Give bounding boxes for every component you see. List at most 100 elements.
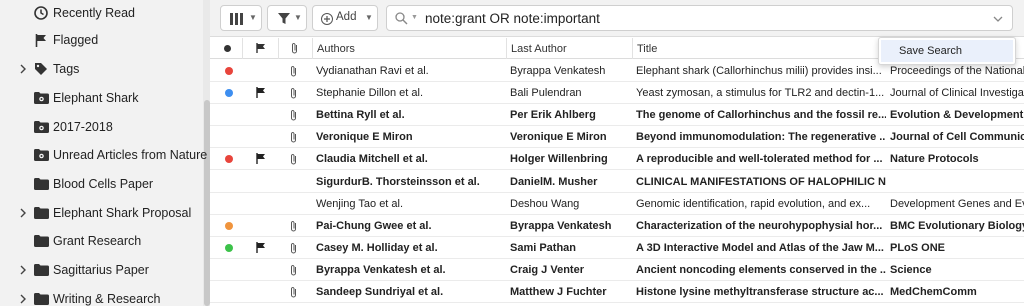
title-cell: Beyond immunomodulation: The regenerativ… xyxy=(636,131,886,144)
flag-icon[interactable] xyxy=(256,153,266,167)
table-row[interactable]: Stephanie Dillon et al. Bali Pulendran Yea… xyxy=(210,82,1024,105)
sidebar-item-label: Elephant Shark Proposal xyxy=(53,206,192,220)
paperclip-icon[interactable] xyxy=(290,87,298,102)
chevron-down-icon: ▼ xyxy=(365,13,373,22)
table-row[interactable]: Casey M. Holliday et al. Sami Pathan A 3D … xyxy=(210,237,1024,259)
table-row[interactable]: SigurdurB. Thorsteinsson et al. DanielM. … xyxy=(210,171,1024,193)
flag-column-header[interactable] xyxy=(242,38,278,59)
search-input[interactable]: note:grant OR note:important xyxy=(425,11,600,26)
last-author-column-header[interactable]: Last Author xyxy=(506,38,632,59)
sidebar-item-label: Grant Research xyxy=(53,234,142,248)
columns-button[interactable]: ▼ xyxy=(220,5,262,31)
sidebar-item-label: Blood Cells Paper xyxy=(53,177,154,191)
title-cell: CLINICAL MANIFESTATIONS OF HALOPHILIC N.… xyxy=(636,175,886,188)
sidebar-item[interactable]: Recently Read xyxy=(0,0,204,26)
last-author-cell: Craig J Venter xyxy=(510,263,584,276)
color-dot-icon xyxy=(224,45,231,52)
title-cell: Elephant shark (Callorhinchus milii) pro… xyxy=(636,65,882,77)
authors-cell: Casey M. Holliday et al. xyxy=(316,241,438,254)
paperclip-icon[interactable] xyxy=(290,153,298,168)
paperclip-icon[interactable] xyxy=(290,109,298,124)
last-author-cell: Bali Pulendran xyxy=(510,87,582,100)
sidebar-item[interactable]: Writing & Research xyxy=(0,286,204,306)
authors-cell: Vydianathan Ravi et al. xyxy=(316,65,429,77)
search-icon xyxy=(395,12,408,25)
chevron-right-icon[interactable] xyxy=(18,257,28,283)
flag-icon xyxy=(256,43,265,53)
folder-icon xyxy=(33,228,49,254)
chevron-right-icon[interactable] xyxy=(18,286,28,306)
paperclip-icon[interactable] xyxy=(290,131,298,146)
attachment-column-header[interactable] xyxy=(278,38,312,59)
flag-icon[interactable] xyxy=(256,241,266,256)
sidebar-item[interactable]: Unread Articles from Nature xyxy=(0,142,208,168)
journal-cell: Science xyxy=(890,263,932,276)
chevron-right-icon[interactable] xyxy=(18,200,28,226)
authors-cell: Wenjing Tao et al. xyxy=(316,197,404,210)
search-field[interactable]: ▼ note:grant OR note:important xyxy=(386,5,1013,31)
authors-column-header[interactable]: Authors xyxy=(312,38,506,59)
chevron-right-icon[interactable] xyxy=(18,56,28,82)
chevron-down-icon[interactable] xyxy=(993,16,1003,23)
authors-cell: Stephanie Dillon et al. xyxy=(316,87,424,100)
sidebar-item-label: Unread Articles from Nature xyxy=(53,148,208,162)
flag-icon[interactable] xyxy=(256,87,266,101)
journal-cell: Journal of Clinical Investigat xyxy=(890,87,1024,100)
add-button-label: Add xyxy=(336,11,357,23)
sidebar-item[interactable]: Elephant Shark Proposal xyxy=(0,200,204,226)
last-author-cell: Byrappa Venkatesh xyxy=(510,65,606,77)
authors-cell: Pai-Chung Gwee et al. xyxy=(316,219,432,232)
smart-folder-icon xyxy=(33,85,49,111)
title-cell: Characterization of the neurohypophysial… xyxy=(636,219,883,232)
journal-cell: Development Genes and Ev xyxy=(890,197,1024,210)
clock-icon xyxy=(33,0,49,26)
save-search-menu-item[interactable]: Save Search xyxy=(881,40,1013,62)
paperclip-icon[interactable] xyxy=(290,264,298,279)
sidebar: Recently Read Flagged Tags Elephant Shark 20… xyxy=(0,0,211,306)
last-author-cell: Sami Pathan xyxy=(510,241,577,254)
table-row[interactable]: Byrappa Venkatesh et al. Craig J Venter An… xyxy=(210,259,1024,281)
title-cell: Ancient noncoding elements conserved in … xyxy=(636,263,886,276)
title-cell: Genomic identification, rapid evolution,… xyxy=(636,197,871,210)
title-cell: The genome of Callorhinchus and the foss… xyxy=(636,109,886,122)
sidebar-item[interactable]: Elephant Shark xyxy=(0,85,204,111)
journal-cell: Nature Protocols xyxy=(890,153,979,166)
sidebar-item-label: Sagittarius Paper xyxy=(53,263,149,277)
add-button[interactable]: Add ▼ xyxy=(312,5,378,31)
color-label-dot xyxy=(225,155,233,164)
paperclip-icon[interactable] xyxy=(290,65,298,80)
table-row[interactable]: Wenjing Tao et al. Deshou Wang Genomic ide… xyxy=(210,193,1024,215)
folder-icon xyxy=(33,286,49,306)
sidebar-item-label: Elephant Shark xyxy=(53,91,139,105)
authors-cell: Byrappa Venkatesh et al. xyxy=(316,263,446,276)
sidebar-item[interactable]: 2017-2018 xyxy=(0,114,204,140)
search-options-chevron-icon[interactable]: ▼ xyxy=(411,14,418,21)
journal-cell: Journal of Cell Communica xyxy=(890,131,1024,144)
journal-cell: Evolution & Development xyxy=(890,109,1024,122)
table-row[interactable]: Bettina Ryll et al. Per Erik Ahlberg The g… xyxy=(210,104,1024,127)
table-row[interactable]: Sandeep Sundriyal et al. Matthew J Fuchte… xyxy=(210,281,1024,303)
flag-icon xyxy=(33,27,49,53)
folder-icon xyxy=(33,257,49,283)
paperclip-icon[interactable] xyxy=(290,242,298,257)
authors-cell: Sandeep Sundriyal et al. xyxy=(316,286,444,298)
paperclip-icon[interactable] xyxy=(290,220,298,235)
columns-icon xyxy=(230,13,243,25)
sidebar-item[interactable]: Sagittarius Paper xyxy=(0,257,204,283)
paperclip-icon[interactable] xyxy=(290,286,298,301)
sidebar-item-label: Writing & Research xyxy=(53,292,161,306)
sidebar-item[interactable]: Grant Research xyxy=(0,228,204,254)
sidebar-item[interactable]: Blood Cells Paper xyxy=(0,171,204,197)
table-row[interactable]: Pai-Chung Gwee et al. Byrappa Venkatesh Ch… xyxy=(210,215,1024,237)
filter-icon xyxy=(278,13,290,24)
folder-icon xyxy=(33,200,49,226)
filter-button[interactable]: ▼ xyxy=(267,5,307,31)
last-author-cell: Byrappa Venkatesh xyxy=(510,219,612,232)
color-column-header[interactable] xyxy=(210,38,242,59)
table-row[interactable]: Veronique E Miron Veronique E Miron Beyond… xyxy=(210,126,1024,149)
last-author-cell: Deshou Wang xyxy=(510,197,580,210)
sidebar-item[interactable]: Flagged xyxy=(0,27,204,53)
color-label-dot xyxy=(225,89,233,98)
sidebar-item[interactable]: Tags xyxy=(0,56,204,82)
table-row[interactable]: Claudia Mitchell et al. Holger Willenbrin… xyxy=(210,148,1024,171)
